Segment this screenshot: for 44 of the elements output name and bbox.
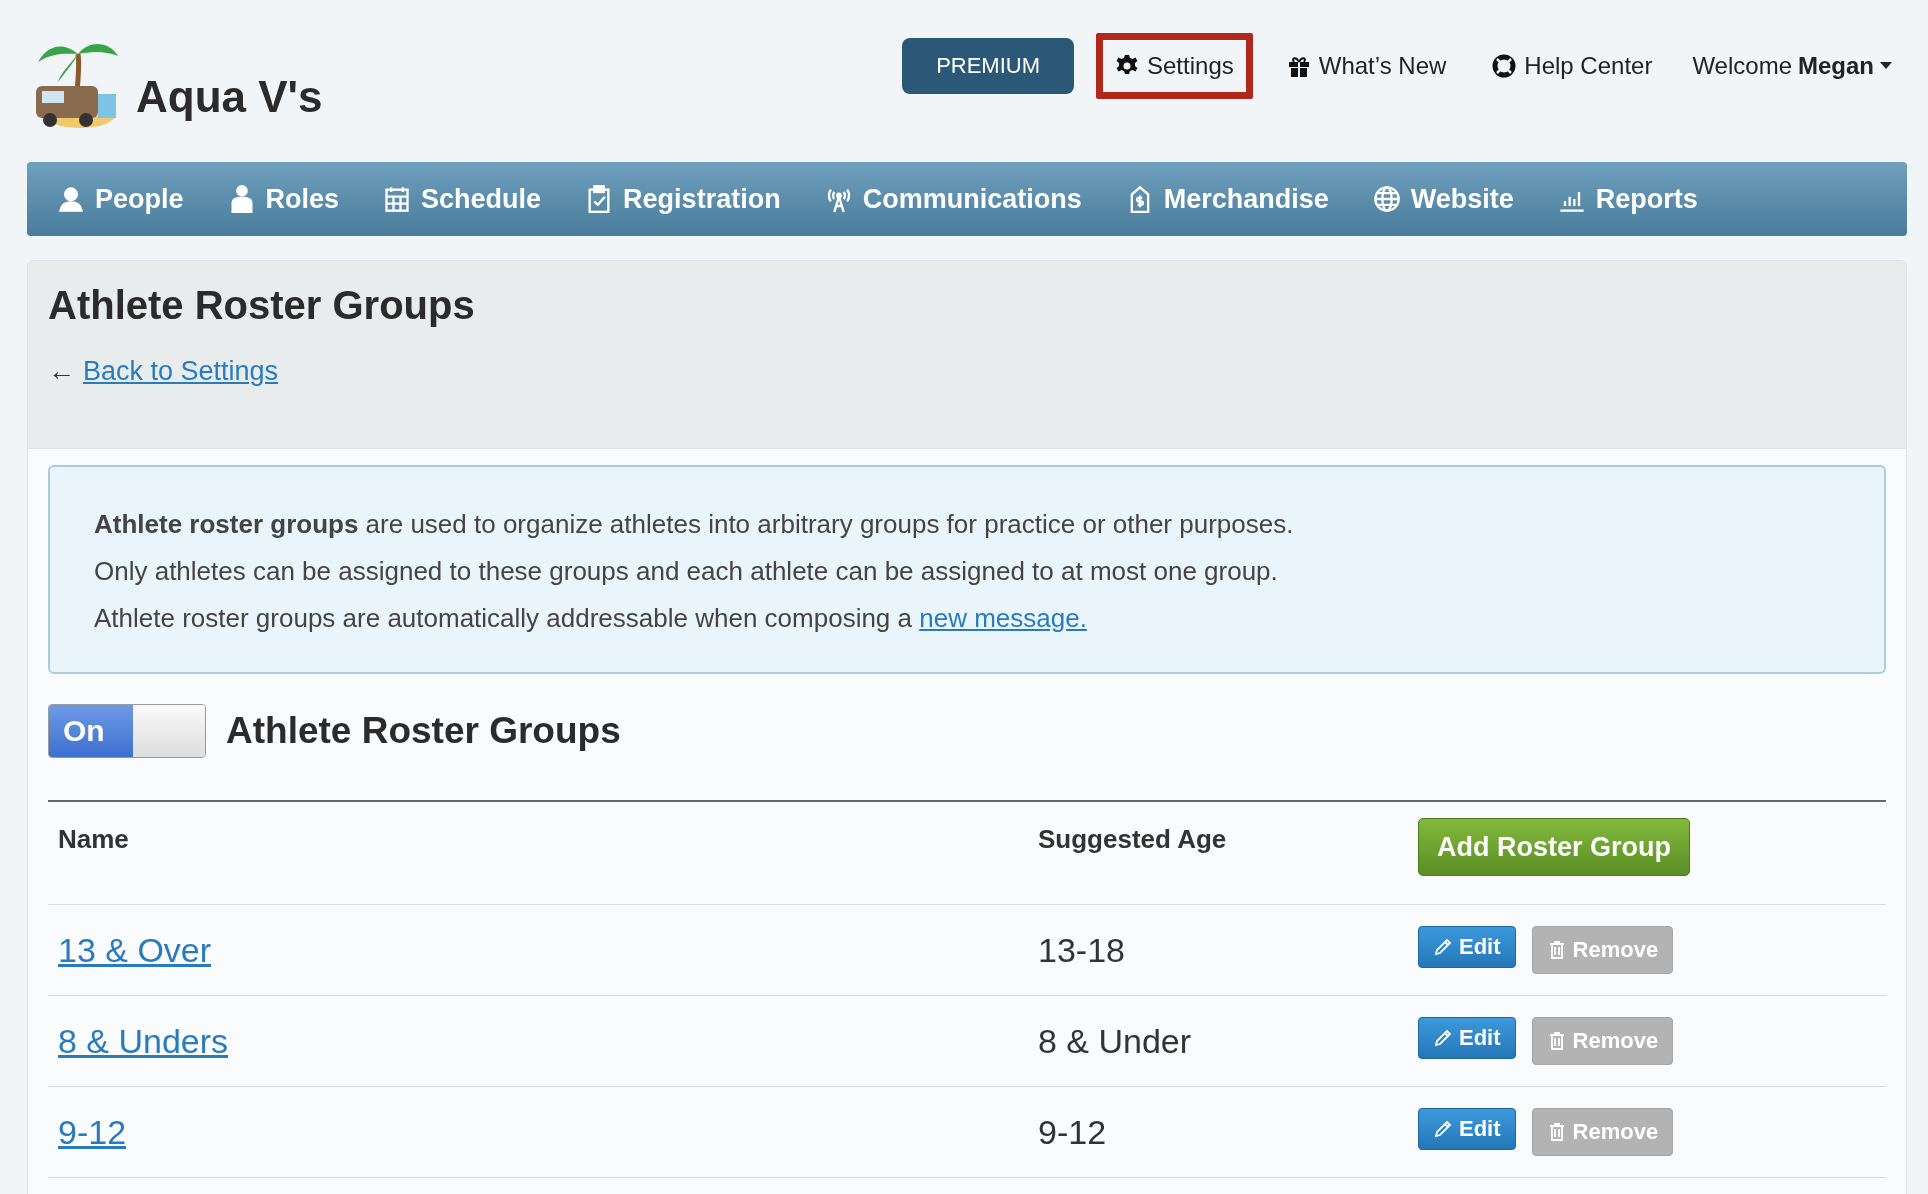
nav-item[interactable]: People	[57, 179, 184, 219]
pencil-icon	[1433, 1119, 1453, 1139]
nav-item[interactable]: Registration	[585, 179, 781, 219]
section-title: Athlete Roster Groups	[226, 710, 621, 752]
nav-item[interactable]: Roles	[227, 179, 340, 219]
lifebuoy-icon	[1492, 54, 1517, 78]
nav-item[interactable]: Schedule	[383, 179, 542, 219]
help-link[interactable]: Help Center	[1480, 33, 1665, 99]
pencil-icon	[1433, 937, 1453, 957]
back-link[interactable]: Back to Settings	[83, 356, 279, 387]
info-text: Only athletes can be assigned to these groups and each athlete can be assigned to at most one group.	[94, 555, 1279, 588]
info-text: Athlete roster groups are used to organize athletes into arbitrary groups for practice or other purposes.	[94, 508, 1295, 541]
nav-item[interactable]: Reports	[1557, 179, 1698, 219]
brand-name: Aqua V's	[136, 72, 323, 122]
gift-icon	[1286, 54, 1311, 78]
edit-button[interactable]: Edit	[1418, 1108, 1516, 1150]
age-cell: 8 & Under	[1038, 1021, 1192, 1060]
nav-item[interactable]: Merchandise	[1125, 179, 1329, 219]
nav-item[interactable]: Website	[1372, 179, 1514, 219]
age-cell: 9-12	[1038, 1112, 1107, 1151]
edit-button[interactable]: Edit	[1418, 926, 1516, 968]
remove-button[interactable]: Remove	[1531, 926, 1674, 974]
new-message-link[interactable]: new message.	[919, 603, 1087, 633]
age-cell: 13-18	[1038, 930, 1125, 969]
remove-button[interactable]: Remove	[1531, 1108, 1674, 1156]
back-arrow: ←	[48, 356, 75, 387]
toggle-switch[interactable]: On	[48, 704, 206, 758]
nav-item[interactable]: Communications	[824, 179, 1082, 219]
pencil-icon	[1433, 1028, 1453, 1048]
group-name-link[interactable]: 8 & Unders	[58, 1021, 229, 1060]
caret-icon	[1880, 62, 1892, 70]
remove-button[interactable]: Remove	[1531, 1017, 1674, 1065]
user-menu[interactable]: Welcome Megan	[1686, 51, 1898, 81]
whats-new-link[interactable]: What’s New	[1274, 33, 1459, 99]
group-name-link[interactable]: 9-12	[58, 1112, 127, 1151]
add-roster-group-button[interactable]: Add Roster Group	[1418, 818, 1690, 876]
group-name-link[interactable]: 13 & Over	[58, 930, 212, 969]
premium-button[interactable]: PREMIUM	[902, 38, 1074, 94]
column-header: Name	[58, 824, 129, 854]
edit-button[interactable]: Edit	[1418, 1017, 1516, 1059]
column-header: Suggested Age	[1038, 824, 1227, 854]
info-text: Athlete roster groups are automatically addressable when composing a new message.	[94, 602, 1088, 635]
settings-link[interactable]: Settings	[1096, 33, 1253, 99]
page-title: Athlete Roster Groups	[48, 283, 476, 328]
